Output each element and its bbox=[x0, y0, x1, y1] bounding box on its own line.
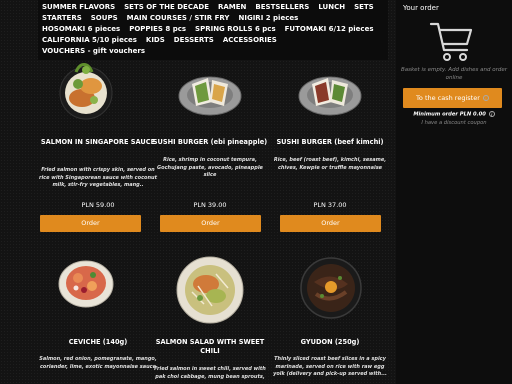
category-nav: SUMMER FLAVORS SETS OF THE DECADE RAMEN … bbox=[38, 0, 388, 60]
product-name: SALMON SALAD WITH SWEET CHILI bbox=[155, 338, 265, 355]
category-poppies[interactable]: POPPIES 8 pcs bbox=[129, 24, 186, 35]
product-price: PLN 39.00 bbox=[193, 201, 227, 209]
category-futomaki[interactable]: FUTOMAKI 6/12 pieces bbox=[285, 24, 374, 35]
salmon-bowl-image bbox=[59, 63, 113, 120]
order-button[interactable]: Order bbox=[40, 215, 141, 232]
category-starters[interactable]: STARTERS bbox=[42, 13, 82, 24]
category-ramen[interactable]: RAMEN bbox=[218, 2, 246, 13]
product-name: SALMON IN SINGAPORE SAUCE bbox=[40, 138, 156, 146]
category-sets[interactable]: SETS bbox=[354, 2, 374, 13]
category-hosomaki[interactable]: HOSOMAKI 6 pieces bbox=[42, 24, 120, 35]
product-name: SUSHI BURGER (ebi pineapple) bbox=[152, 138, 268, 146]
info-icon[interactable]: i bbox=[488, 111, 495, 117]
discount-coupon-link[interactable]: I have a discount coupon bbox=[398, 120, 510, 126]
category-soups[interactable]: SOUPS bbox=[91, 13, 118, 24]
product-description: Rice, shrimp in coconut tempura, Gochuja… bbox=[157, 157, 263, 178]
info-icon: i bbox=[482, 95, 489, 101]
category-main-courses[interactable]: MAIN COURSES / STIR FRY bbox=[127, 13, 230, 24]
basket-title: Your order bbox=[403, 4, 439, 12]
category-kids[interactable]: KIDS bbox=[146, 35, 165, 46]
product-name: GYUDON (250g) bbox=[300, 338, 360, 346]
sushi-burger-beef-image bbox=[298, 76, 362, 116]
product-description: Thinly sliced roast beef slices in a spi… bbox=[273, 356, 387, 377]
cash-register-label: To the cash register bbox=[416, 94, 480, 102]
order-button[interactable]: Order bbox=[280, 215, 381, 232]
category-bestsellers[interactable]: BESTSELLERS bbox=[255, 2, 309, 13]
salmon-salad-image bbox=[176, 256, 244, 324]
category-summer-flavors[interactable]: SUMMER FLAVORS bbox=[42, 2, 115, 13]
basket-empty-message: Basket is empty. Add dishes and order on… bbox=[400, 67, 508, 81]
product-name: CEVICHE (140g) bbox=[68, 338, 128, 346]
cash-register-button[interactable]: To the cash register i bbox=[403, 88, 502, 108]
category-desserts[interactable]: DESSERTS bbox=[174, 35, 214, 46]
minimum-order: Minimum order PLN 0.00 i bbox=[398, 111, 510, 118]
product-description: Rice, beef (roast beef), kimchi, sesame,… bbox=[273, 157, 387, 171]
product-price: PLN 37.00 bbox=[313, 201, 347, 209]
ceviche-image bbox=[58, 260, 114, 308]
product-description: Fried salmon in sweet chili, served with… bbox=[154, 366, 266, 380]
category-sets-of-the-decade[interactable]: SETS OF THE DECADE bbox=[124, 2, 209, 13]
minimum-order-text: Minimum order PLN 0.00 bbox=[413, 111, 486, 118]
category-accessories[interactable]: ACCESSORIES bbox=[223, 35, 277, 46]
gyudon-bowl-image bbox=[300, 257, 362, 319]
page: SUMMER FLAVORS SETS OF THE DECADE RAMEN … bbox=[0, 0, 512, 384]
product-price: PLN 59.00 bbox=[81, 201, 115, 209]
category-lunch[interactable]: LUNCH bbox=[318, 2, 345, 13]
product-description: Salmon, red onion, pomegranate, mango, c… bbox=[39, 356, 157, 370]
sushi-burger-ebi-image bbox=[178, 76, 242, 116]
category-nigiri[interactable]: NIGIRI 2 pieces bbox=[238, 13, 298, 24]
category-vouchers[interactable]: VOUCHERS - gift vouchers bbox=[42, 46, 145, 57]
product-description: Fried salmon with crispy skin, served on… bbox=[38, 167, 157, 188]
category-spring-rolls[interactable]: SPRING ROLLS 6 pcs bbox=[195, 24, 276, 35]
category-california[interactable]: CALIFORNIA 5/10 pieces bbox=[42, 35, 137, 46]
product-name: SUSHI BURGER (beef kimchi) bbox=[276, 138, 384, 146]
shopping-cart-icon bbox=[429, 22, 473, 61]
order-button[interactable]: Order bbox=[160, 215, 261, 232]
